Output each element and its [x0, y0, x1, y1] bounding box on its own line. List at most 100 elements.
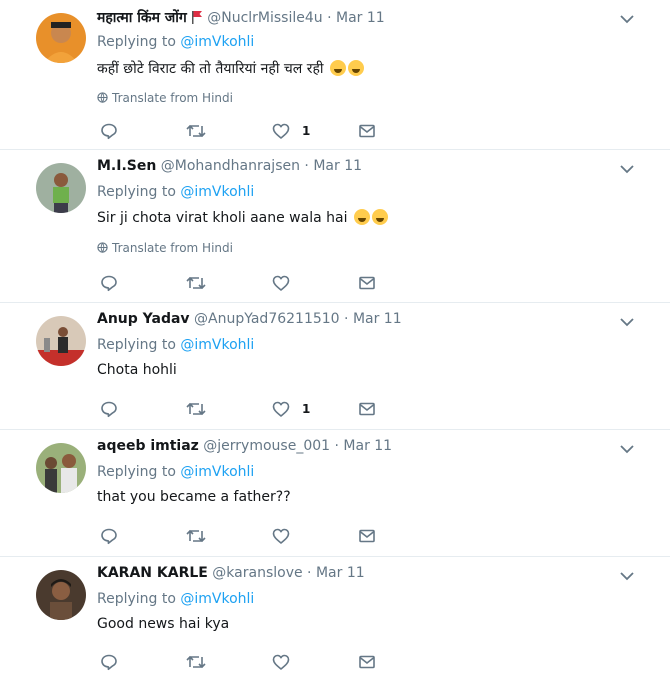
avatar[interactable] — [36, 13, 86, 63]
replying-to: Replying to @imVkohli — [97, 184, 254, 200]
tweet-text: कहीं छोटे विराट की तो तैयारियां नही चल र… — [97, 59, 364, 78]
avatar[interactable] — [36, 316, 86, 366]
message-icon — [359, 529, 375, 543]
globe-icon — [97, 242, 108, 253]
author-name[interactable]: aqeeb imtiaz — [97, 438, 199, 454]
like-icon — [272, 275, 290, 291]
tweet-date[interactable]: Mar 11 — [343, 438, 392, 454]
tweet-actions: 1 — [100, 400, 400, 418]
message-icon — [359, 124, 375, 138]
tweet-actions — [100, 274, 400, 292]
laughing-emoji-icon — [348, 60, 364, 76]
direct-message-button[interactable] — [358, 653, 376, 671]
author-name[interactable]: KARAN KARLE — [97, 565, 208, 581]
tweet-item[interactable]: aqeeb imtiaz @jerrymouse_001 · Mar 11 Re… — [0, 430, 670, 557]
retweet-button[interactable] — [186, 122, 206, 140]
avatar[interactable] — [36, 570, 86, 620]
reply-icon — [101, 275, 117, 292]
laughing-emoji-icon — [371, 209, 388, 225]
author-name[interactable]: महात्मा किंम जोंग — [97, 10, 187, 26]
author-handle[interactable]: @jerrymouse_001 — [203, 438, 330, 454]
separator-dot: · — [304, 158, 309, 174]
separator-dot: · — [334, 438, 339, 454]
author-handle[interactable]: @AnupYad76211510 — [194, 311, 340, 327]
translate-link[interactable]: Translate from Hindi — [97, 241, 233, 255]
mention-link[interactable]: @imVkohli — [180, 337, 254, 353]
tweet-item[interactable]: Anup Yadav @AnupYad76211510 · Mar 11 Rep… — [0, 303, 670, 430]
caret-down-icon[interactable] — [620, 317, 634, 327]
retweet-button[interactable] — [186, 653, 206, 671]
translate-label[interactable]: Translate from Hindi — [112, 91, 233, 105]
retweet-button[interactable] — [186, 274, 206, 292]
replying-label: Replying to — [97, 34, 176, 50]
tweet-text-body: Sir ji chota virat kholi aane wala hai — [97, 210, 348, 226]
mention-link[interactable]: @imVkohli — [180, 34, 254, 50]
tweet-actions: 1 — [100, 122, 400, 140]
like-button[interactable] — [272, 527, 302, 545]
like-button[interactable]: 1 — [272, 122, 310, 140]
author-handle[interactable]: @Mohandhanrajsen — [161, 158, 300, 174]
retweet-icon — [186, 124, 206, 138]
direct-message-button[interactable] — [358, 527, 376, 545]
reply-button[interactable] — [100, 122, 118, 140]
grinning-emoji-icon — [330, 60, 346, 76]
translate-label[interactable]: Translate from Hindi — [112, 241, 233, 255]
reply-icon — [101, 528, 117, 545]
like-button[interactable]: 1 — [272, 400, 310, 418]
tweet-text: that you became a father?? — [97, 489, 291, 505]
retweet-button[interactable] — [186, 527, 206, 545]
direct-message-button[interactable] — [358, 400, 376, 418]
like-button[interactable] — [272, 653, 302, 671]
separator-dot: · — [344, 311, 349, 327]
like-icon — [272, 401, 290, 417]
reply-button[interactable] — [100, 400, 118, 418]
caret-down-icon[interactable] — [620, 164, 634, 174]
tweet-date[interactable]: Mar 11 — [316, 565, 365, 581]
replying-label: Replying to — [97, 464, 176, 480]
reply-button[interactable] — [100, 274, 118, 292]
caret-down-icon[interactable] — [620, 14, 634, 24]
tweet-item[interactable]: महात्मा किंम जोंग @NuclrMissile4u · Mar … — [0, 0, 670, 150]
translate-link[interactable]: Translate from Hindi — [97, 91, 233, 105]
tweet-item[interactable]: KARAN KARLE @karanslove · Mar 11 Replyin… — [0, 557, 670, 682]
replying-to: Replying to @imVkohli — [97, 591, 254, 607]
like-count: 1 — [302, 402, 311, 416]
separator-dot: · — [327, 10, 332, 26]
retweet-icon — [186, 655, 206, 669]
like-icon — [272, 123, 290, 139]
laughing-emoji-icon — [353, 209, 370, 225]
reply-button[interactable] — [100, 527, 118, 545]
retweet-button[interactable] — [186, 400, 206, 418]
mention-link[interactable]: @imVkohli — [180, 591, 254, 607]
tweet-text-body: Chota hohli — [97, 362, 177, 378]
tweet-actions — [100, 653, 400, 671]
tweet-date[interactable]: Mar 11 — [313, 158, 362, 174]
like-icon — [272, 654, 290, 670]
avatar[interactable] — [36, 163, 86, 213]
avatar[interactable] — [36, 443, 86, 493]
tweet-text-body: that you became a father?? — [97, 489, 291, 505]
tweet-actions — [100, 527, 400, 545]
mention-link[interactable]: @imVkohli — [180, 464, 254, 480]
tweet-text-body: Good news hai kya — [97, 616, 230, 632]
replying-to: Replying to @imVkohli — [97, 337, 254, 353]
mention-link[interactable]: @imVkohli — [180, 184, 254, 200]
caret-down-icon[interactable] — [620, 444, 634, 454]
author-name[interactable]: M.I.Sen — [97, 158, 156, 174]
caret-down-icon[interactable] — [620, 571, 634, 581]
author-handle[interactable]: @NuclrMissile4u — [207, 10, 322, 26]
reply-button[interactable] — [100, 653, 118, 671]
tweet-item[interactable]: M.I.Sen @Mohandhanrajsen · Mar 11 Replyi… — [0, 150, 670, 303]
tweet-date[interactable]: Mar 11 — [353, 311, 402, 327]
author-handle[interactable]: @karanslove — [212, 565, 302, 581]
replying-label: Replying to — [97, 337, 176, 353]
reply-icon — [101, 654, 117, 671]
like-button[interactable] — [272, 274, 302, 292]
direct-message-button[interactable] — [358, 122, 376, 140]
replying-label: Replying to — [97, 591, 176, 607]
tweet-date[interactable]: Mar 11 — [336, 10, 385, 26]
reply-icon — [101, 123, 117, 140]
message-icon — [359, 655, 375, 669]
direct-message-button[interactable] — [358, 274, 376, 292]
author-name[interactable]: Anup Yadav — [97, 311, 190, 327]
